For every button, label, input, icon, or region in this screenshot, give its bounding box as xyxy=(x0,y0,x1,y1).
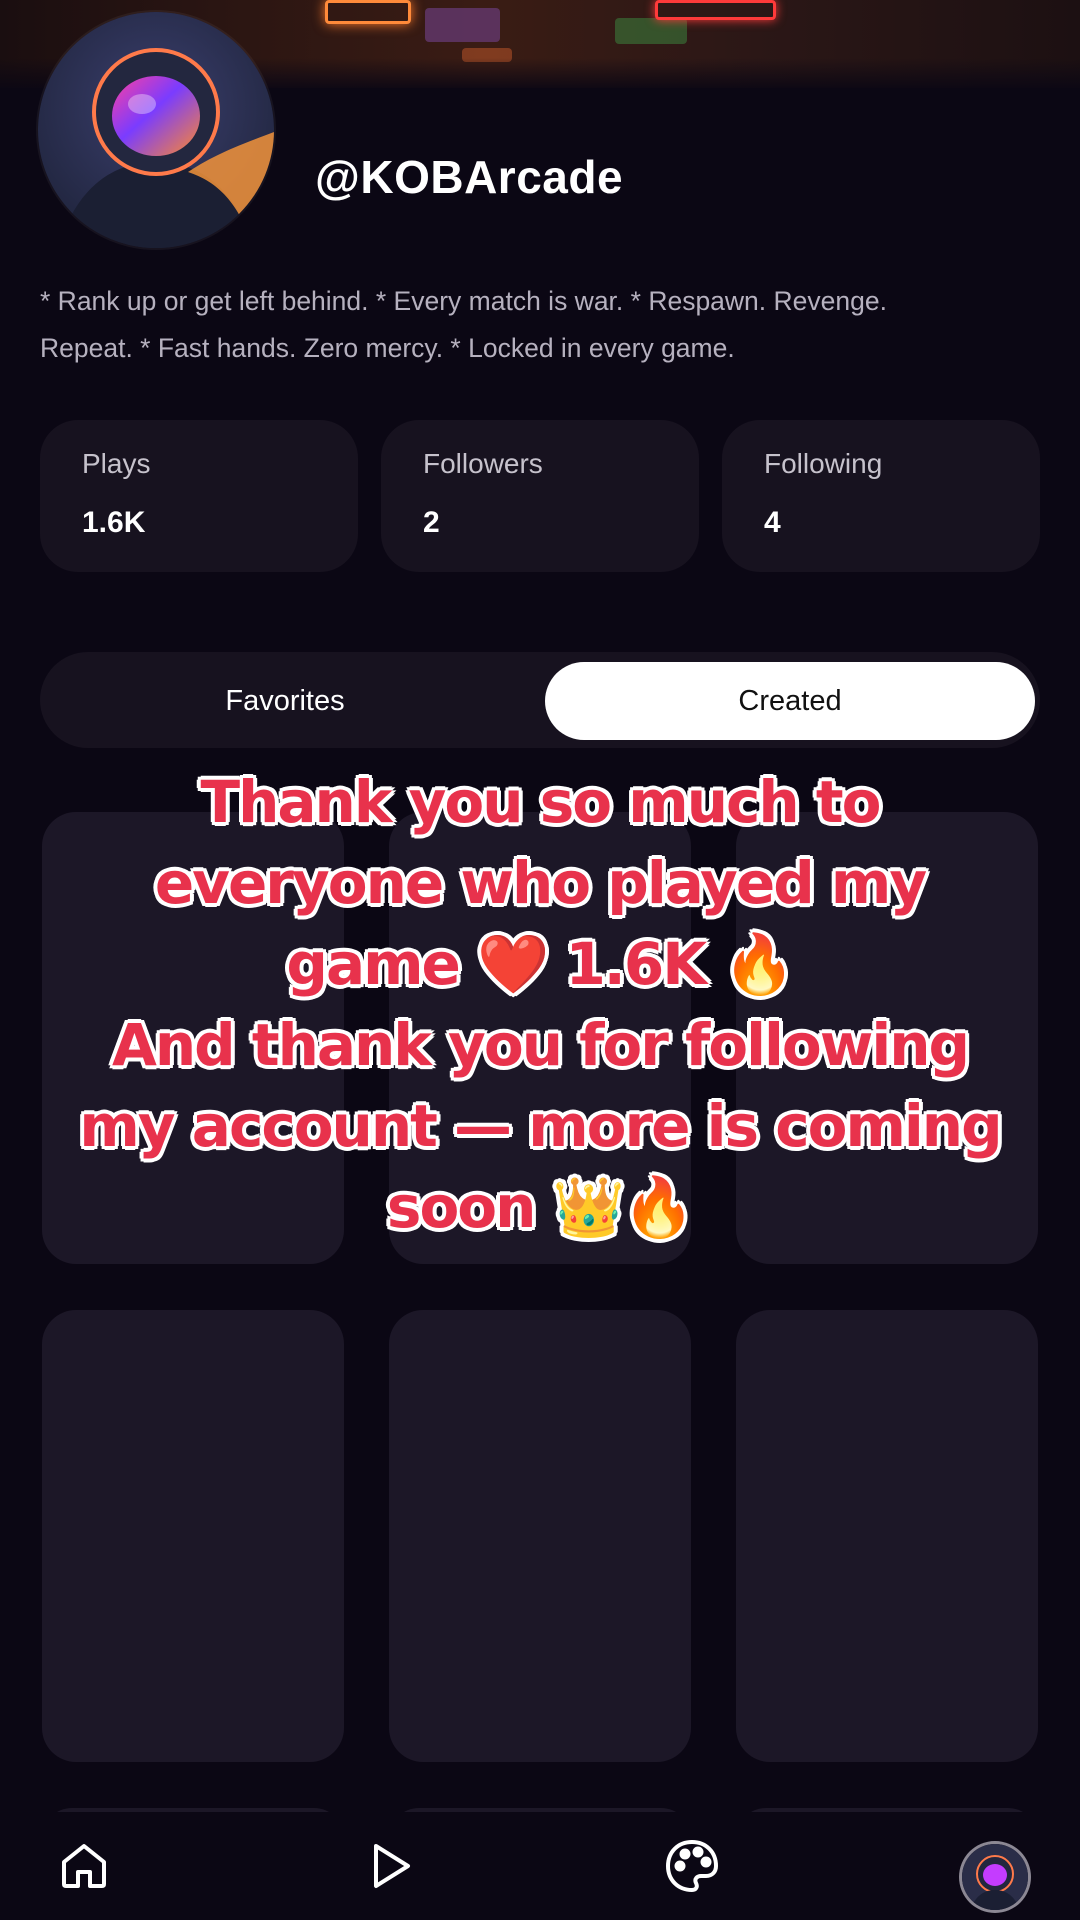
caption-line: soon 👑🔥 xyxy=(386,1173,695,1241)
neon-sign xyxy=(425,8,500,42)
neon-sign xyxy=(615,18,687,44)
stat-value: 2 xyxy=(423,506,440,539)
caption-line: game ❤️ 1.6K 🔥 xyxy=(286,930,795,998)
caption-line: Thank you so much to xyxy=(200,768,882,836)
stat-label: Following xyxy=(764,448,883,479)
tab-created[interactable]: Created xyxy=(545,662,1035,740)
neon-sign xyxy=(325,0,411,24)
stat-label: Plays xyxy=(82,448,151,479)
stat-plays: Plays 1.6K xyxy=(40,420,358,572)
tab-favorites[interactable]: Favorites xyxy=(40,662,530,740)
neon-sign xyxy=(462,48,512,62)
bio-line: * Rank up or get left behind. * Every ma… xyxy=(40,286,887,316)
caption-overlay: Thank you so much to everyone who played… xyxy=(40,762,1040,1248)
bottom-nav xyxy=(0,1812,1080,1920)
caption-line: my account — more is coming xyxy=(79,1092,1002,1160)
stat-followers[interactable]: Followers 2 xyxy=(381,420,699,572)
bio-line: Repeat. * Fast hands. Zero mercy. * Lock… xyxy=(40,333,735,363)
neon-sign xyxy=(655,0,776,20)
stat-value: 4 xyxy=(764,506,781,539)
home-icon[interactable] xyxy=(52,1834,116,1898)
play-icon[interactable] xyxy=(358,1834,422,1898)
caption-line: everyone who played my xyxy=(154,849,927,917)
palette-icon[interactable] xyxy=(660,1834,724,1898)
stat-label: Followers xyxy=(423,448,543,479)
game-card[interactable] xyxy=(736,1310,1038,1762)
stat-value: 1.6K xyxy=(82,506,146,539)
profile-avatar[interactable] xyxy=(38,12,274,248)
game-card[interactable] xyxy=(42,1310,344,1762)
astronaut-avatar-image xyxy=(38,12,274,248)
game-card[interactable] xyxy=(389,1310,691,1762)
profile-username: @KOBArcade xyxy=(315,151,624,203)
profile-avatar[interactable] xyxy=(962,1844,1028,1910)
caption-line: And thank you for following xyxy=(111,1011,970,1079)
stat-following[interactable]: Following 4 xyxy=(722,420,1040,572)
profile-bio: * Rank up or get left behind. * Every ma… xyxy=(40,278,1040,372)
profile-tabs: Favorites Created xyxy=(40,652,1040,748)
